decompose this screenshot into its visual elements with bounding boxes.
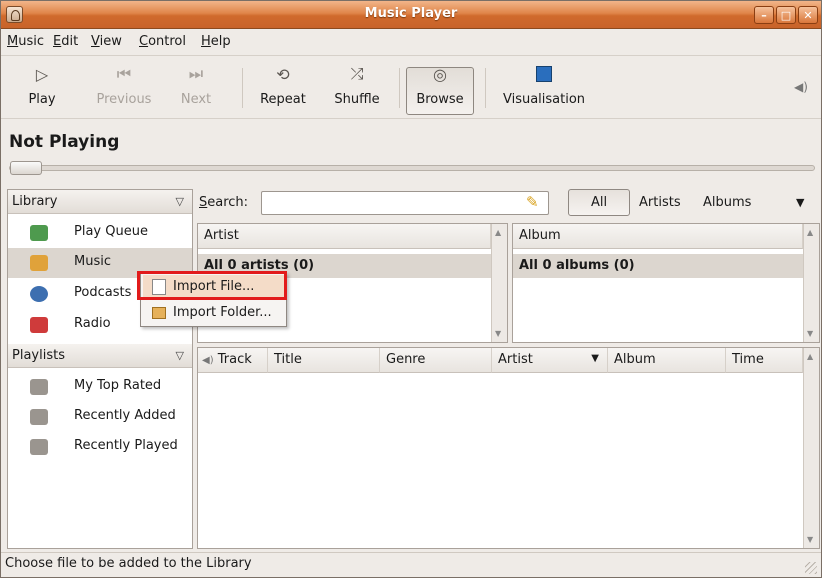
clear-search-icon[interactable]: ✎ bbox=[526, 193, 539, 211]
volume-icon[interactable]: ◀) bbox=[794, 80, 808, 94]
smart-playlist-icon bbox=[30, 379, 48, 395]
radio-icon bbox=[30, 317, 48, 333]
browse-disc-icon: ◎ bbox=[433, 64, 447, 84]
previous-label: Previous bbox=[96, 92, 152, 107]
shuffle-button[interactable]: ⤮ Shuffle bbox=[329, 62, 385, 114]
album-all-row[interactable]: All 0 albums (0) bbox=[513, 254, 803, 278]
menu-control[interactable]: Control bbox=[139, 34, 186, 49]
menu-music[interactable]: Music bbox=[7, 34, 44, 49]
track-column-label: Track bbox=[217, 352, 252, 367]
menu-bar: Music Edit View Control Help bbox=[1, 30, 821, 54]
now-playing-title: Not Playing bbox=[9, 132, 120, 152]
highlight-annotation-box bbox=[137, 271, 287, 300]
repeat-label: Repeat bbox=[260, 92, 306, 107]
artist-column-header[interactable]: Artist bbox=[198, 224, 491, 249]
shuffle-label: Shuffle bbox=[334, 92, 380, 107]
search-label: Search: bbox=[199, 195, 249, 210]
podcasts-icon bbox=[30, 286, 48, 302]
sidebar-item-label: Music bbox=[74, 254, 111, 269]
visualisation-button[interactable]: Visualisation bbox=[499, 62, 589, 114]
title-column-header[interactable]: Title bbox=[268, 348, 380, 373]
filter-artists-button[interactable]: Artists bbox=[639, 195, 681, 210]
import-folder-label: Import Folder... bbox=[173, 305, 272, 320]
previous-button[interactable]: ⏮ Previous bbox=[89, 62, 159, 114]
sidebar-item-recently-added[interactable]: Recently Added bbox=[8, 402, 192, 432]
status-text: Choose file to be added to the Library bbox=[5, 556, 252, 571]
artist-column-header[interactable]: Artist ▼ bbox=[492, 348, 608, 373]
folder-icon bbox=[152, 307, 166, 319]
menu-help[interactable]: Help bbox=[201, 34, 231, 49]
chevron-down-icon[interactable]: ▼ bbox=[796, 196, 804, 209]
play-icon: ▷ bbox=[35, 64, 49, 84]
time-column-header[interactable]: Time bbox=[726, 348, 803, 373]
library-header[interactable]: Library ▽ bbox=[8, 190, 192, 214]
browse-label: Browse bbox=[416, 92, 464, 107]
menu-view[interactable]: View bbox=[91, 34, 122, 49]
track-list-scrollbar[interactable]: ▲ ▼ bbox=[803, 348, 819, 548]
artist-column-label: Artist bbox=[498, 352, 533, 367]
title-bar[interactable]: Music Player – □ ✕ bbox=[1, 1, 821, 29]
play-queue-icon bbox=[30, 225, 48, 241]
resize-grip[interactable] bbox=[805, 562, 817, 574]
smart-playlist-icon bbox=[30, 439, 48, 455]
playlists-header[interactable]: Playlists ▽ bbox=[8, 344, 192, 368]
play-label: Play bbox=[28, 92, 56, 107]
library-header-label: Library bbox=[12, 194, 58, 209]
maximize-button[interactable]: □ bbox=[776, 6, 796, 24]
next-button[interactable]: ⏭ Next bbox=[175, 62, 217, 114]
next-label: Next bbox=[180, 92, 212, 107]
chevron-down-icon[interactable]: ▽ bbox=[176, 349, 184, 362]
repeat-button[interactable]: ⟲ Repeat bbox=[255, 62, 311, 114]
seek-slider-thumb[interactable] bbox=[10, 161, 42, 175]
import-folder-menu-item[interactable]: Import Folder... bbox=[143, 301, 284, 325]
toolbar-separator bbox=[242, 68, 243, 108]
filter-albums-button[interactable]: Albums bbox=[703, 195, 751, 210]
artist-scrollbar[interactable]: ▲ ▼ bbox=[491, 224, 507, 342]
album-column-header[interactable]: Album bbox=[513, 224, 803, 249]
sidebar-item-play-queue[interactable]: Play Queue bbox=[8, 218, 192, 248]
track-list: ◀) Track Title Genre Artist ▼ Album Time… bbox=[197, 347, 820, 549]
play-button[interactable]: ▷ Play bbox=[21, 62, 63, 114]
toolbar-separator bbox=[485, 68, 486, 108]
smart-playlist-icon bbox=[30, 409, 48, 425]
visualisation-label: Visualisation bbox=[502, 92, 586, 107]
sidebar-item-label: My Top Rated bbox=[74, 378, 162, 393]
visualisation-icon bbox=[532, 62, 556, 86]
sidebar-item-label: Radio bbox=[74, 316, 111, 331]
sidebar-item-label: Recently Played bbox=[74, 438, 178, 453]
shuffle-icon: ⤮ bbox=[350, 64, 364, 83]
sidebar-item-label: Podcasts bbox=[74, 285, 132, 300]
toolbar: ▷ Play ⏮ Previous ⏭ Next ⟲ Repeat ⤮ Shuf… bbox=[1, 55, 821, 119]
sidebar-item-label: Recently Added bbox=[74, 408, 176, 423]
sort-down-icon: ▼ bbox=[591, 353, 599, 364]
filter-all-button[interactable]: All bbox=[568, 189, 630, 216]
genre-column-header[interactable]: Genre bbox=[380, 348, 492, 373]
seek-slider[interactable] bbox=[9, 161, 815, 175]
previous-icon: ⏮ bbox=[116, 64, 132, 83]
window-title: Music Player bbox=[364, 6, 458, 21]
next-icon: ⏭ bbox=[188, 64, 204, 83]
playlists-header-label: Playlists bbox=[12, 348, 65, 363]
toolbar-separator bbox=[399, 68, 400, 108]
speaker-icon: ◀) bbox=[202, 355, 214, 366]
album-scrollbar[interactable]: ▲ ▼ bbox=[803, 224, 819, 342]
track-column-header[interactable]: ◀) Track bbox=[198, 348, 268, 373]
minimize-button[interactable]: – bbox=[754, 6, 774, 24]
search-input[interactable] bbox=[261, 191, 549, 215]
browse-button[interactable]: ◎ Browse bbox=[408, 62, 472, 114]
chevron-down-icon[interactable]: ▽ bbox=[176, 195, 184, 208]
sidebar-item-my-top-rated[interactable]: My Top Rated bbox=[8, 372, 192, 402]
album-column-header[interactable]: Album bbox=[608, 348, 726, 373]
repeat-icon: ⟲ bbox=[276, 64, 290, 84]
sidebar-item-label: Play Queue bbox=[74, 224, 148, 239]
source-list: Library ▽ Play Queue Music Podcasts Radi… bbox=[7, 189, 193, 549]
close-button[interactable]: ✕ bbox=[798, 6, 818, 24]
album-browser: Album All 0 albums (0) ▲ ▼ bbox=[512, 223, 820, 343]
music-player-window: Music Player – □ ✕ Music Edit View Contr… bbox=[0, 0, 822, 578]
status-bar: Choose file to be added to the Library bbox=[1, 552, 821, 577]
filter-all-label: All bbox=[590, 195, 608, 210]
music-icon bbox=[30, 255, 48, 271]
menu-edit[interactable]: Edit bbox=[53, 34, 78, 49]
sidebar-item-recently-played[interactable]: Recently Played bbox=[8, 432, 192, 462]
